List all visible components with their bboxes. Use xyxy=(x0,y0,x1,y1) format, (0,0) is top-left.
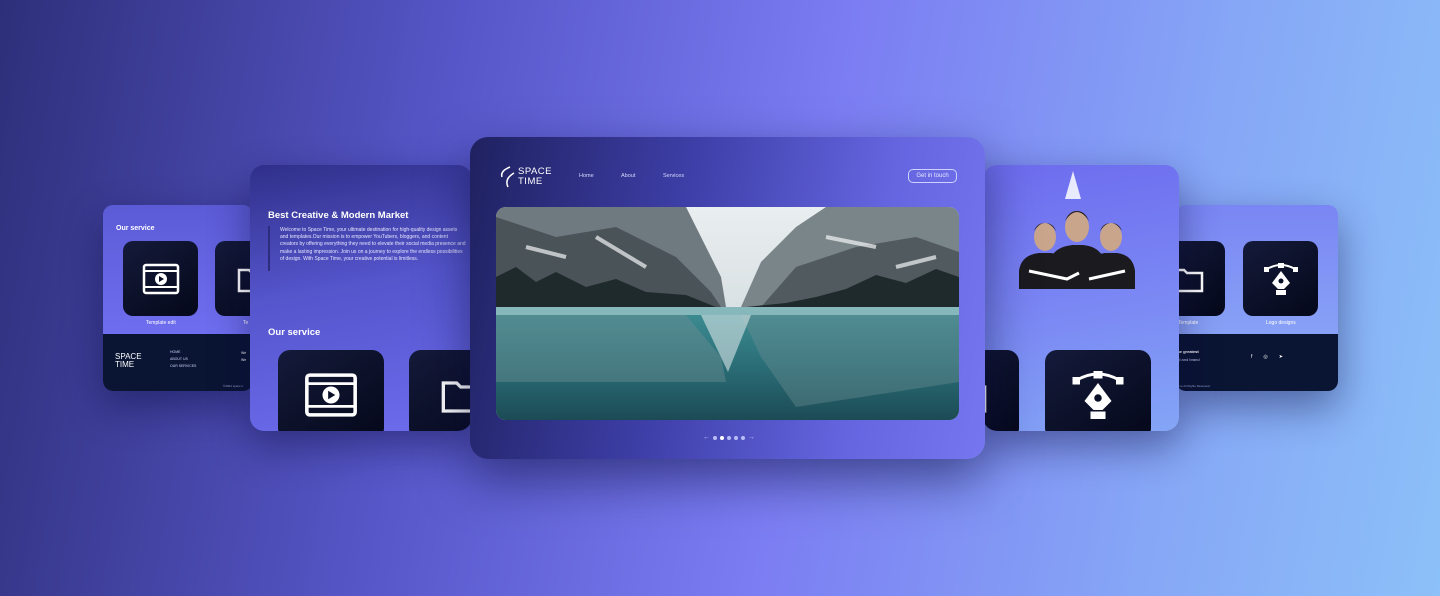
pen-tool-icon xyxy=(1263,262,1298,295)
footer-link-home[interactable]: HOME xyxy=(170,349,196,356)
pager-dot[interactable] xyxy=(713,435,717,440)
service-tile-folder[interactable] xyxy=(1176,241,1225,316)
hero-heading: Best Creative & Modern Market xyxy=(268,210,409,221)
team-photo xyxy=(1019,211,1135,289)
nav-services[interactable]: Services xyxy=(663,173,684,179)
footer-copyright: Time All Rights Reserved xyxy=(1176,384,1210,388)
carousel-pager: ← → xyxy=(703,434,755,441)
footer-logo: SPACE TIME xyxy=(115,352,142,369)
service-tile-template-edit[interactable] xyxy=(123,241,198,316)
service-tile-folder[interactable] xyxy=(983,350,1019,431)
quote-bar xyxy=(268,226,270,271)
section-title: Our service xyxy=(268,327,321,338)
service-tile-logo-designs[interactable] xyxy=(1243,241,1318,316)
footer-link-about[interactable]: ABOUT US xyxy=(170,356,196,363)
footer-copyright: ©2024 space ti xyxy=(223,384,244,388)
tile-caption: Template xyxy=(1178,320,1199,326)
pager-dot[interactable] xyxy=(741,435,745,440)
right-preview-card xyxy=(983,165,1179,431)
far-right-preview-card: Template Logo designs the greatest nd an… xyxy=(1176,205,1338,391)
footer-text: We We xyxy=(241,351,247,362)
section-title: Our service xyxy=(116,225,155,232)
prev-arrow-icon[interactable]: ← xyxy=(703,434,710,441)
video-icon xyxy=(305,373,357,417)
footer-links: HOME ABOUT US OUR SERVICES xyxy=(170,349,196,370)
footer: SPACE TIME HOME ABOUT US OUR SERVICES We … xyxy=(103,334,253,391)
service-tile-logo-designs[interactable] xyxy=(1045,350,1151,431)
folder-icon xyxy=(441,381,472,413)
footer-link-services[interactable]: OUR SERVICES xyxy=(170,363,196,370)
get-in-touch-button[interactable]: Get in touch xyxy=(908,169,957,183)
crescent-logo-icon xyxy=(500,166,515,188)
video-icon xyxy=(142,263,179,294)
tile-caption: Template edit xyxy=(146,320,176,326)
service-tile-folder[interactable] xyxy=(215,241,253,316)
next-arrow-icon[interactable]: → xyxy=(748,434,755,441)
tile-caption: Logo designs xyxy=(1266,320,1296,326)
footer: the greatest nd and brand f ◎ ➤ Time All… xyxy=(1176,334,1338,391)
instagram-icon[interactable]: ◎ xyxy=(1263,354,1267,360)
telegram-icon[interactable]: ➤ xyxy=(1279,354,1283,360)
nav-about[interactable]: About xyxy=(621,173,635,179)
brand-line-2: TIME xyxy=(518,176,543,187)
hero-paragraph: Welcome to Space Time, your ultimate des… xyxy=(280,227,466,262)
main-preview-card: SPACE TIME Home About Services Get in to… xyxy=(470,137,985,459)
pager-dot[interactable] xyxy=(734,435,738,440)
tile-caption: Te xyxy=(243,320,249,326)
folder-icon xyxy=(1176,268,1203,292)
left-preview-card: Best Creative & Modern Market Welcome to… xyxy=(250,165,472,431)
far-left-preview-card: Our service Template edit Te SPACE TIME H… xyxy=(103,205,253,391)
service-tile-folder[interactable] xyxy=(409,350,472,431)
pager-dot-active[interactable] xyxy=(720,435,724,440)
nav-home[interactable]: Home xyxy=(579,173,594,179)
pager-dot[interactable] xyxy=(727,435,731,440)
service-tile-video[interactable] xyxy=(278,350,384,431)
footer-text: the greatest nd and brand xyxy=(1176,349,1200,362)
facebook-icon[interactable]: f xyxy=(1251,354,1252,360)
brand-logo[interactable]: SPACE TIME xyxy=(498,165,552,189)
pen-tool-icon xyxy=(1072,371,1124,419)
social-links: f ◎ ➤ xyxy=(1251,354,1283,360)
hero-image-mountain-lake xyxy=(496,207,959,420)
